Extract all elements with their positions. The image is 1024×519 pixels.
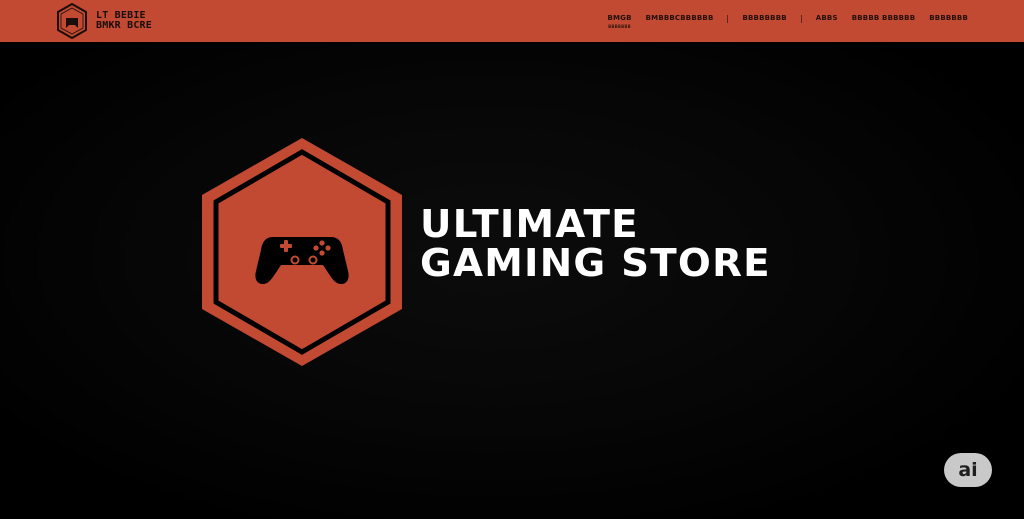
nav-item-label: BMGB — [607, 14, 632, 22]
nav-item-1[interactable]: BMGB BBBBBBB — [607, 14, 631, 29]
nav-item-5[interactable]: BBBBB BBBBBB — [852, 14, 916, 22]
hexagon-controller-icon — [57, 3, 87, 39]
brand-name: LT BEBIE BMKR BCRE — [96, 11, 152, 31]
nav-item-label: BMBBBCBBBBBB — [645, 14, 714, 22]
nav-item-label: BBBBBBBB — [742, 14, 787, 22]
nav-item-6[interactable]: BBBBBBB — [929, 14, 968, 22]
brand-line-2: BMKR BCRE — [96, 20, 152, 31]
nav-item-label: ABBS — [815, 14, 838, 22]
hero-title: ULTIMATE GAMING STORE — [420, 205, 771, 283]
nav-item-label: BBBBB BBBBBB — [851, 14, 916, 22]
gamepad-hexagon-icon — [202, 138, 402, 366]
nav-item-2[interactable]: BMBBBCBBBBBB — [646, 14, 714, 22]
nav-item-label: BBBBBBB — [929, 14, 968, 22]
nav-item-sublabel: BBBBBBB — [608, 24, 631, 29]
hero-title-line-1: ULTIMATE — [420, 202, 639, 246]
nav-divider — [800, 15, 802, 23]
hero-section: ULTIMATE GAMING STORE — [0, 42, 1024, 519]
hero-title-line-2: GAMING STORE — [420, 241, 771, 285]
ai-badge-label: ai — [958, 459, 978, 481]
main-nav: BMGB BBBBBBB BMBBBCBBBBBB BBBBBBBB ABBS … — [607, 14, 968, 29]
top-navigation-bar: LT BEBIE BMKR BCRE BMGB BBBBBBB BMBBBCBB… — [0, 0, 1024, 42]
nav-divider — [727, 15, 729, 23]
brand-logo-link[interactable]: LT BEBIE BMKR BCRE — [56, 2, 152, 40]
ai-assistant-button[interactable]: ai — [944, 453, 992, 487]
nav-item-4[interactable]: ABBS — [816, 14, 838, 22]
nav-item-3[interactable]: BBBBBBBB — [742, 14, 786, 22]
